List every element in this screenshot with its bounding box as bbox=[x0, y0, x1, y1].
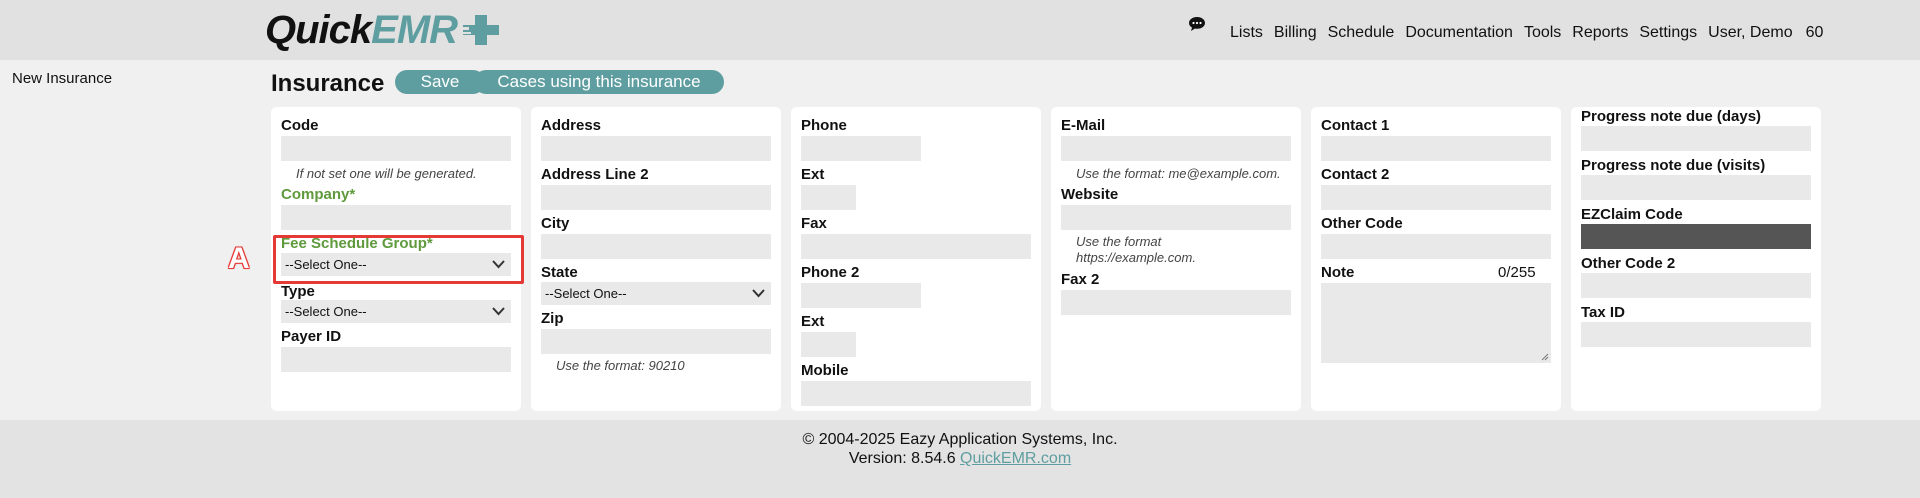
nav-settings[interactable]: Settings bbox=[1639, 24, 1697, 42]
chevron-down-icon bbox=[752, 289, 765, 298]
nav-user-menu[interactable]: User, Demo bbox=[1708, 24, 1792, 42]
fax-2-input[interactable] bbox=[1061, 290, 1291, 315]
top-navigation: Lists Billing Schedule Documentation Too… bbox=[1230, 24, 1823, 42]
nav-reports[interactable]: Reports bbox=[1572, 24, 1628, 42]
nav-lists[interactable]: Lists bbox=[1230, 24, 1263, 42]
quickemr-logo[interactable]: Quick EMR bbox=[265, 8, 501, 52]
email-input[interactable] bbox=[1061, 136, 1291, 161]
ezclaim-code-input[interactable] bbox=[1581, 224, 1811, 249]
tax-id-input[interactable] bbox=[1581, 322, 1811, 347]
nav-tools[interactable]: Tools bbox=[1524, 24, 1561, 42]
session-timer: 60 bbox=[1805, 24, 1824, 41]
zip-label: Zip bbox=[541, 310, 564, 327]
footer-copyright: © 2004-2025 Eazy Application Systems, In… bbox=[802, 431, 1118, 448]
logo-emr: EMR bbox=[371, 7, 458, 52]
phone-2-input[interactable] bbox=[801, 283, 921, 308]
progress-note-days-input[interactable] bbox=[1581, 126, 1811, 151]
phone-input[interactable] bbox=[801, 136, 921, 161]
footer: © 2004-2025 Eazy Application Systems, In… bbox=[0, 420, 1920, 498]
zip-hint: Use the format: 90210 bbox=[556, 358, 685, 373]
city-label: City bbox=[541, 215, 570, 232]
state-label: State bbox=[541, 264, 578, 281]
annotation-marker-a: A bbox=[228, 242, 250, 275]
fax-label: Fax bbox=[801, 215, 827, 232]
save-button[interactable]: Save bbox=[395, 70, 485, 94]
zip-input[interactable] bbox=[541, 329, 771, 354]
state-value: --Select One-- bbox=[545, 286, 627, 301]
card-billing-codes: Progress note due (days) Progress note d… bbox=[1571, 107, 1821, 411]
logo-quick: Quick bbox=[265, 7, 372, 52]
nav-documentation[interactable]: Documentation bbox=[1405, 24, 1513, 42]
phone-label: Phone bbox=[801, 117, 847, 134]
chevron-down-icon bbox=[492, 307, 505, 316]
company-input[interactable] bbox=[281, 205, 511, 230]
tax-id-label: Tax ID bbox=[1581, 304, 1625, 321]
address-input[interactable] bbox=[541, 136, 771, 161]
code-input[interactable] bbox=[281, 136, 511, 161]
page-title: Insurance bbox=[271, 70, 385, 97]
ext-2-label: Ext bbox=[801, 313, 825, 330]
code-label: Code bbox=[281, 117, 319, 134]
type-select[interactable]: --Select One-- bbox=[281, 300, 511, 323]
contact-2-input[interactable] bbox=[1321, 185, 1551, 210]
annotation-highlight-box bbox=[273, 235, 524, 284]
card-phone: Phone Ext Fax Phone 2 Ext Mobile bbox=[791, 107, 1041, 411]
address-line-2-label: Address Line 2 bbox=[541, 166, 649, 183]
code-hint: If not set one will be generated. bbox=[296, 166, 477, 181]
version-text: Version: 8.54.6 bbox=[848, 450, 961, 467]
ext-label: Ext bbox=[801, 166, 825, 183]
sidebar-item-new-insurance[interactable]: New Insurance bbox=[12, 70, 112, 87]
contact-2-label: Contact 2 bbox=[1321, 166, 1390, 183]
note-label: Note bbox=[1321, 264, 1355, 281]
fax-input[interactable] bbox=[801, 234, 1031, 259]
note-char-counter: 0/255 bbox=[1498, 264, 1536, 281]
website-hint-line-2: https://example.com. bbox=[1076, 250, 1196, 265]
email-label: E-Mail bbox=[1061, 117, 1106, 134]
progress-note-days-label: Progress note due (days) bbox=[1581, 108, 1762, 125]
city-input[interactable] bbox=[541, 234, 771, 259]
nav-billing[interactable]: Billing bbox=[1274, 24, 1317, 42]
email-hint: Use the format: me@example.com. bbox=[1076, 166, 1281, 181]
footer-version: Version: 8.54.6 QuickEMR.com bbox=[0, 450, 1920, 468]
payer-id-input[interactable] bbox=[281, 347, 511, 372]
fax-2-label: Fax 2 bbox=[1061, 271, 1100, 288]
mobile-label: Mobile bbox=[801, 362, 849, 379]
type-label: Type bbox=[281, 283, 315, 300]
card-contact-info: E-Mail Use the format: me@example.com. W… bbox=[1051, 107, 1301, 411]
website-label: Website bbox=[1061, 186, 1119, 203]
contact-1-input[interactable] bbox=[1321, 136, 1551, 161]
other-code-input[interactable] bbox=[1321, 234, 1551, 259]
note-textarea[interactable] bbox=[1321, 283, 1551, 363]
payer-id-label: Payer ID bbox=[281, 328, 342, 345]
type-value: --Select One-- bbox=[285, 304, 367, 319]
other-code-2-label: Other Code 2 bbox=[1581, 255, 1676, 272]
quickemr-link[interactable]: QuickEMR.com bbox=[960, 450, 1071, 467]
card-contacts: Contact 1 Contact 2 Other Code Note 0/25… bbox=[1311, 107, 1561, 411]
ext-2-input[interactable] bbox=[801, 332, 856, 357]
address-line-2-input[interactable] bbox=[541, 185, 771, 210]
progress-note-visits-input[interactable] bbox=[1581, 175, 1811, 200]
ezclaim-code-label: EZClaim Code bbox=[1581, 206, 1683, 223]
header: Quick EMR Lists Billing Schedule Document… bbox=[0, 0, 1920, 60]
ext-input[interactable] bbox=[801, 185, 856, 210]
address-label: Address bbox=[541, 117, 602, 134]
phone-2-label: Phone 2 bbox=[801, 264, 860, 281]
website-input[interactable] bbox=[1061, 205, 1291, 230]
state-select[interactable]: --Select One-- bbox=[541, 282, 771, 305]
nav-schedule[interactable]: Schedule bbox=[1328, 24, 1395, 42]
resize-handle-icon[interactable] bbox=[1541, 353, 1549, 361]
other-code-label: Other Code bbox=[1321, 215, 1403, 232]
cases-using-insurance-button[interactable]: Cases using this insurance bbox=[474, 70, 724, 94]
website-hint-line-1: Use the format bbox=[1076, 234, 1162, 249]
mobile-input[interactable] bbox=[801, 381, 1031, 406]
other-code-2-input[interactable] bbox=[1581, 273, 1811, 298]
card-address: Address Address Line 2 City State --Sele… bbox=[531, 107, 781, 411]
chat-bubble-icon[interactable] bbox=[1188, 15, 1206, 33]
progress-note-visits-label: Progress note due (visits) bbox=[1581, 157, 1766, 174]
logo-cross-icon bbox=[459, 15, 500, 45]
contact-1-label: Contact 1 bbox=[1321, 117, 1390, 134]
company-label: Company* bbox=[281, 186, 356, 203]
